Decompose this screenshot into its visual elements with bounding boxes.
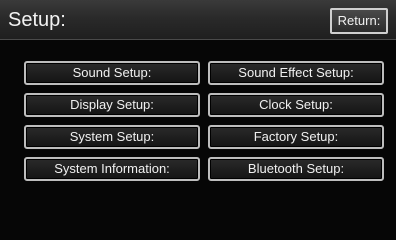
header-bar: Setup: Return: [0, 0, 396, 40]
setup-screen: Setup: Return: Sound Setup: Sound Effect… [0, 0, 396, 240]
bluetooth-setup-button[interactable]: Bluetooth Setup: [208, 157, 384, 181]
system-setup-button[interactable]: System Setup: [24, 125, 200, 149]
factory-setup-button[interactable]: Factory Setup: [208, 125, 384, 149]
page-title: Setup: [8, 9, 66, 31]
clock-setup-button[interactable]: Clock Setup: [208, 93, 384, 117]
display-setup-button[interactable]: Display Setup: [24, 93, 200, 117]
return-button[interactable]: Return: [330, 8, 388, 34]
sound-setup-button[interactable]: Sound Setup: [24, 61, 200, 85]
setup-menu: Sound Setup: Sound Effect Setup: Display… [24, 61, 384, 181]
sound-effect-setup-button[interactable]: Sound Effect Setup: [208, 61, 384, 85]
system-information-button[interactable]: System Information: [24, 157, 200, 181]
